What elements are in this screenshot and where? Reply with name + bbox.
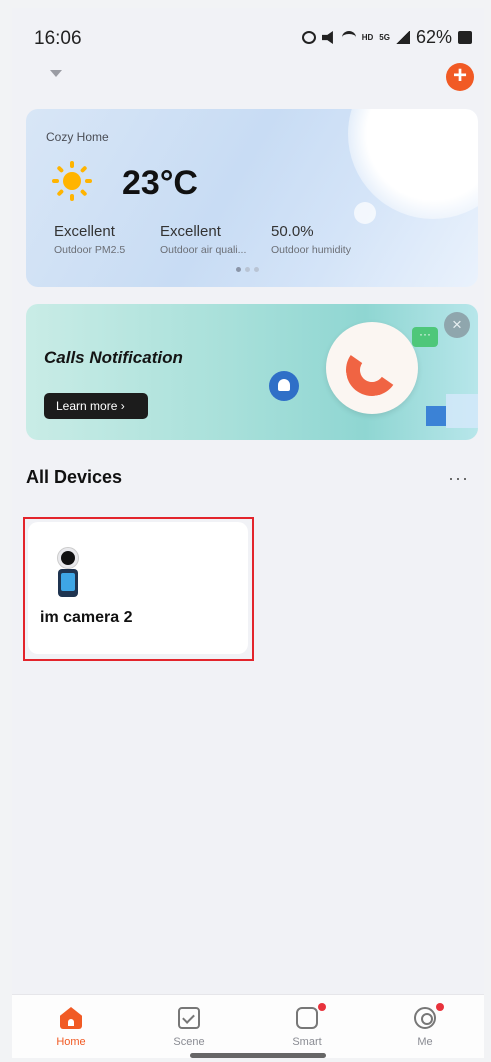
app-screen: 16:06 HD 5G 62% + Cozy Home 23°C Excelle… [12, 8, 484, 1058]
tab-smart[interactable]: Smart [248, 995, 366, 1058]
square-decoration [446, 394, 478, 428]
phone-icon [326, 322, 418, 414]
section-title-all-devices: All Devices [26, 467, 123, 487]
metric-humidity: 50.0% Outdoor humidity [271, 223, 351, 256]
metric-value: Excellent [160, 223, 221, 240]
status-bar: 16:06 HD 5G 62% [12, 8, 484, 64]
bubble-decoration [354, 202, 376, 224]
metric-value: Excellent [54, 223, 115, 240]
tab-label: Me [417, 1036, 433, 1048]
tab-label: Home [56, 1036, 86, 1048]
metric-air-quality: Excellent Outdoor air quali... [160, 223, 246, 256]
network-gen-label: 5G [379, 33, 390, 42]
bubble-decoration [398, 187, 404, 193]
tab-label: Smart [292, 1036, 322, 1048]
device-highlight-box [23, 517, 254, 661]
chat-bubble-icon: ··· [412, 327, 438, 347]
alarm-icon [301, 31, 316, 44]
sun-icon [52, 161, 92, 201]
metric-label: Outdoor humidity [271, 244, 351, 256]
metric-label: Outdoor PM2.5 [54, 244, 126, 256]
checkbox-icon [178, 1007, 200, 1029]
battery-percent: 62% [415, 27, 452, 47]
tab-scene[interactable]: Scene [130, 995, 248, 1058]
calls-notification-banner[interactable]: Calls Notification Learn more › ··· × [26, 304, 478, 440]
add-device-button[interactable]: + [446, 63, 474, 91]
learn-more-button[interactable]: Learn more › [44, 393, 148, 419]
chevron-down-icon[interactable] [50, 70, 62, 77]
bottom-tab-bar: Home Scene Smart Me [12, 994, 484, 1058]
wifi-icon [341, 31, 356, 44]
home-name: Cozy Home [46, 130, 109, 144]
metric-value: 50.0% [271, 223, 314, 240]
profile-icon [414, 1007, 436, 1029]
weather-card[interactable]: Cozy Home 23°C Excellent Outdoor PM2.5 E… [26, 109, 478, 287]
close-icon[interactable]: × [444, 312, 470, 338]
mute-icon [321, 31, 333, 44]
battery-icon [458, 31, 472, 44]
carousel-dots [236, 267, 259, 272]
tab-me[interactable]: Me [366, 995, 484, 1058]
network-hd-label: HD [361, 33, 374, 42]
notification-dot [436, 1003, 444, 1011]
notification-dot [318, 1003, 326, 1011]
signal-icon [395, 31, 410, 44]
home-icon [60, 1007, 82, 1029]
alarm-bell-icon [269, 371, 299, 401]
more-icon[interactable]: ··· [448, 469, 469, 487]
smart-cube-icon [296, 1007, 318, 1029]
square-decoration [426, 406, 446, 426]
banner-title: Calls Notification [44, 348, 183, 367]
tab-home[interactable]: Home [12, 995, 130, 1058]
tab-label: Scene [173, 1036, 205, 1048]
status-icons: HD 5G 62% [301, 27, 472, 48]
status-time: 16:06 [34, 28, 82, 49]
temperature: 23°C [122, 164, 198, 202]
metric-pm25: Excellent Outdoor PM2.5 [54, 223, 125, 256]
home-indicator[interactable] [190, 1053, 326, 1058]
metric-label: Outdoor air quali... [160, 244, 247, 256]
